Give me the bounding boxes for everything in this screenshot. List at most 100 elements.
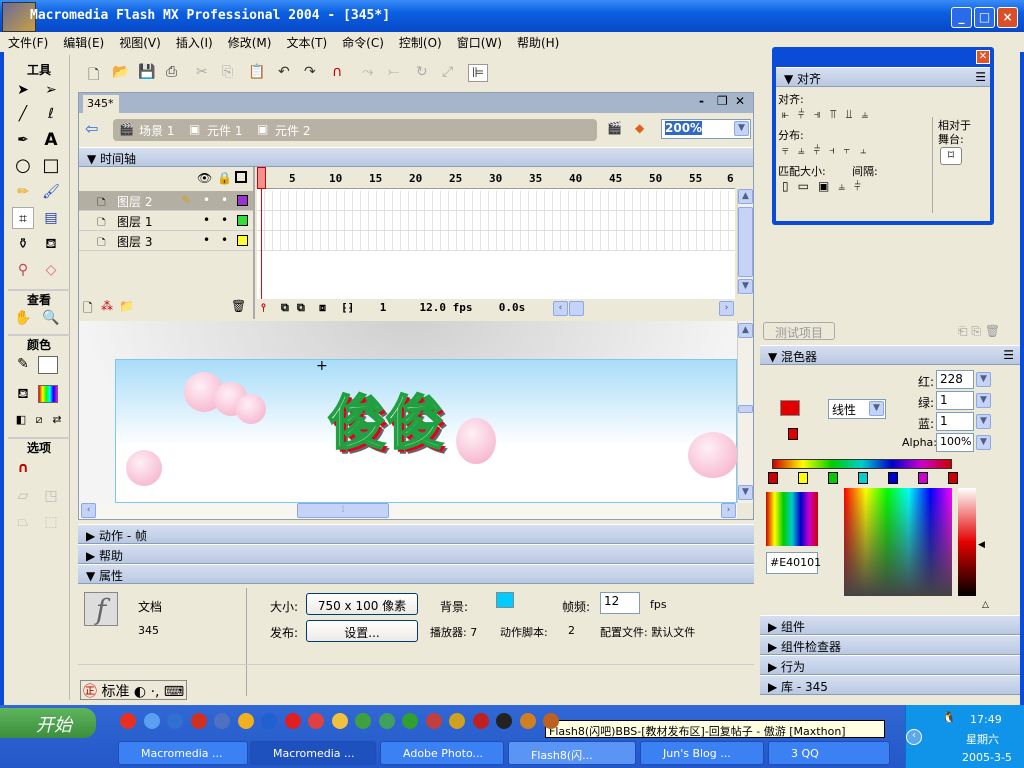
stroke-color-icon[interactable]: ✎ — [12, 353, 34, 375]
delete-layer-icon[interactable]: 🗑 — [231, 299, 246, 313]
distribute-buttons[interactable]: ⫧⫨⫩⫞⫟⫠ — [782, 143, 875, 158]
quick-launch-icon[interactable] — [214, 713, 230, 729]
align-buttons[interactable]: ⫦⫩⫣⫪⫫⫨ — [782, 107, 877, 122]
pencil-tool-icon[interactable]: ✏ — [12, 181, 34, 203]
oval-tool-icon[interactable]: ○ — [12, 155, 34, 177]
paint-bucket-tool-icon[interactable]: ⛾ — [40, 233, 62, 255]
stage-vscroll[interactable]: ▲ ▼ — [737, 321, 753, 503]
rectangle-tool-icon[interactable]: □ — [40, 155, 62, 177]
brightness-pointer-icon[interactable]: ◀ — [978, 540, 985, 550]
quick-launch-icon[interactable] — [167, 713, 183, 729]
line-tool-icon[interactable]: ╱ — [12, 103, 34, 125]
menu-modify[interactable]: 修改(M) — [220, 32, 279, 51]
redo-icon[interactable]: ↷ — [304, 64, 316, 80]
add-guide-layer-icon[interactable]: ⁂ — [101, 299, 113, 313]
scale-icon[interactable]: ⤢ — [442, 64, 453, 80]
arrow-tool-icon[interactable]: ➤ — [12, 79, 34, 101]
layer-color-swatch[interactable] — [237, 195, 248, 206]
frame-ruler[interactable]: 1 5 10 15 20 25 30 35 40 45 50 55 6 — [257, 167, 735, 189]
quick-launch-icon[interactable] — [519, 713, 536, 729]
quick-launch-icon[interactable] — [261, 713, 277, 729]
doc-close-icon[interactable]: ✕ — [735, 94, 745, 108]
scroll-thumb[interactable] — [569, 301, 584, 316]
frame-rate-input[interactable]: 12 — [600, 592, 640, 614]
subselect-tool-icon[interactable]: ➢ — [40, 79, 62, 101]
green-input[interactable]: 1 — [936, 391, 974, 410]
scroll-thumb[interactable] — [738, 207, 753, 277]
taskbar-item[interactable]: Macromedia ... — [118, 741, 248, 765]
close-icon[interactable]: ✕ — [976, 50, 990, 64]
quick-launch-icon[interactable] — [355, 713, 371, 729]
behaviors-panel-header[interactable]: ▶ 行为 — [760, 655, 1020, 675]
add-layer-icon[interactable]: 🗋 — [83, 299, 93, 320]
quick-launch-icon[interactable] — [284, 713, 301, 729]
taskbar-item[interactable]: Jun's Blog ... — [640, 741, 764, 765]
snap-magnet-icon[interactable]: ∩ — [12, 457, 34, 479]
quick-launch-icon[interactable] — [496, 713, 512, 729]
eyedropper-tool-icon[interactable]: ⚲ — [12, 259, 34, 281]
free-transform-tool-icon[interactable]: ⌗ — [12, 207, 34, 229]
maximize-button[interactable]: □ — [974, 7, 995, 28]
color-mixer-header[interactable]: ▼ 混色器 ☰ — [760, 345, 1020, 365]
gradient-stop[interactable] — [828, 472, 838, 484]
chevron-down-icon[interactable]: ▼ — [734, 121, 749, 136]
frame-row[interactable] — [257, 211, 735, 231]
lasso-tool-icon[interactable]: ℓ — [40, 103, 62, 125]
doc-restore-icon[interactable]: ❐ — [717, 94, 728, 108]
pen-tool-icon[interactable]: ✒ — [12, 129, 34, 151]
scroll-right-button[interactable]: › — [719, 301, 734, 316]
quick-launch-icon[interactable] — [237, 713, 254, 729]
quick-launch-icon[interactable] — [425, 713, 442, 729]
layer-row[interactable]: 🗅 图层 2 ✎ • • — [79, 191, 253, 211]
ink-bottle-tool-icon[interactable]: ⚱ — [12, 233, 34, 255]
rotate-icon[interactable]: ↻ — [416, 64, 428, 80]
visible-dot[interactable]: • — [203, 233, 210, 247]
layer-row[interactable]: 🗅 图层 1 • • — [79, 211, 253, 231]
layer-color-swatch[interactable] — [237, 215, 248, 226]
blue-input[interactable]: 1 — [936, 412, 974, 431]
doc-minimize-icon[interactable]: - — [699, 94, 704, 108]
taskbar-item[interactable]: Adobe Photo... — [380, 741, 504, 765]
quick-launch-icon[interactable] — [449, 713, 465, 729]
quick-launch-icon[interactable] — [543, 713, 559, 729]
properties-panel-header[interactable]: ▼ 属性 — [78, 564, 754, 584]
brush-tool-icon[interactable]: 🖌 — [40, 181, 62, 203]
timeline-vscroll[interactable]: ▲ ▼ — [737, 189, 753, 295]
stroke-color-swatch[interactable] — [38, 356, 58, 374]
collapse-mixer-icon[interactable]: △ — [982, 600, 989, 610]
eye-icon[interactable]: 👁 — [197, 171, 212, 185]
swap-colors-icon[interactable]: ⇄ — [46, 409, 68, 431]
fill-color-swatch[interactable] — [38, 385, 58, 403]
frame-row[interactable] — [257, 191, 735, 211]
quick-launch-icon[interactable] — [378, 713, 395, 729]
menu-text[interactable]: 文本(T) — [278, 32, 334, 51]
visible-dot[interactable]: • — [203, 213, 210, 227]
align-icon[interactable]: ⊫ — [468, 64, 489, 82]
outline-icon[interactable] — [235, 171, 247, 183]
onion-markers-icon[interactable]: ⁅⁆ — [341, 301, 354, 314]
paste-icon[interactable]: 📋 — [248, 64, 265, 80]
save-icon[interactable]: 💾 — [138, 64, 155, 80]
scroll-left-button[interactable]: ‹ — [81, 503, 96, 518]
quick-launch-icon[interactable] — [120, 713, 136, 729]
start-button[interactable]: 开始 — [0, 708, 96, 738]
scroll-thumb[interactable]: ⦙ — [297, 503, 389, 518]
chevron-down-icon[interactable]: ▼ — [869, 401, 884, 416]
quick-launch-icon[interactable] — [331, 713, 348, 729]
zoom-select[interactable]: 200% ▼ — [661, 119, 751, 139]
gradient-stop[interactable] — [798, 472, 808, 484]
menu-insert[interactable]: 插入(I) — [168, 32, 220, 51]
add-folder-icon[interactable]: 📁 — [119, 299, 134, 313]
new-icon[interactable]: 🗋 — [88, 64, 99, 88]
gradient-stop[interactable] — [768, 472, 778, 484]
panel-menu-icon[interactable]: ☰ — [975, 70, 986, 84]
actions-panel-header[interactable]: ▶ 动作 - 帧 — [78, 524, 754, 544]
blue-dropdown[interactable]: ▼ — [976, 414, 991, 429]
edit-symbol-icon[interactable]: ◆ — [635, 121, 644, 135]
layer-row[interactable]: 🗅 图层 3 • • — [79, 231, 253, 251]
test-project-button[interactable]: 测试项目 — [763, 322, 835, 340]
print-icon[interactable]: ⎙ — [166, 64, 177, 80]
edit-multiple-icon[interactable]: ⧈ — [319, 301, 326, 315]
fill-transform-tool-icon[interactable]: ▤ — [40, 207, 62, 229]
brightness-slider[interactable] — [958, 488, 976, 596]
